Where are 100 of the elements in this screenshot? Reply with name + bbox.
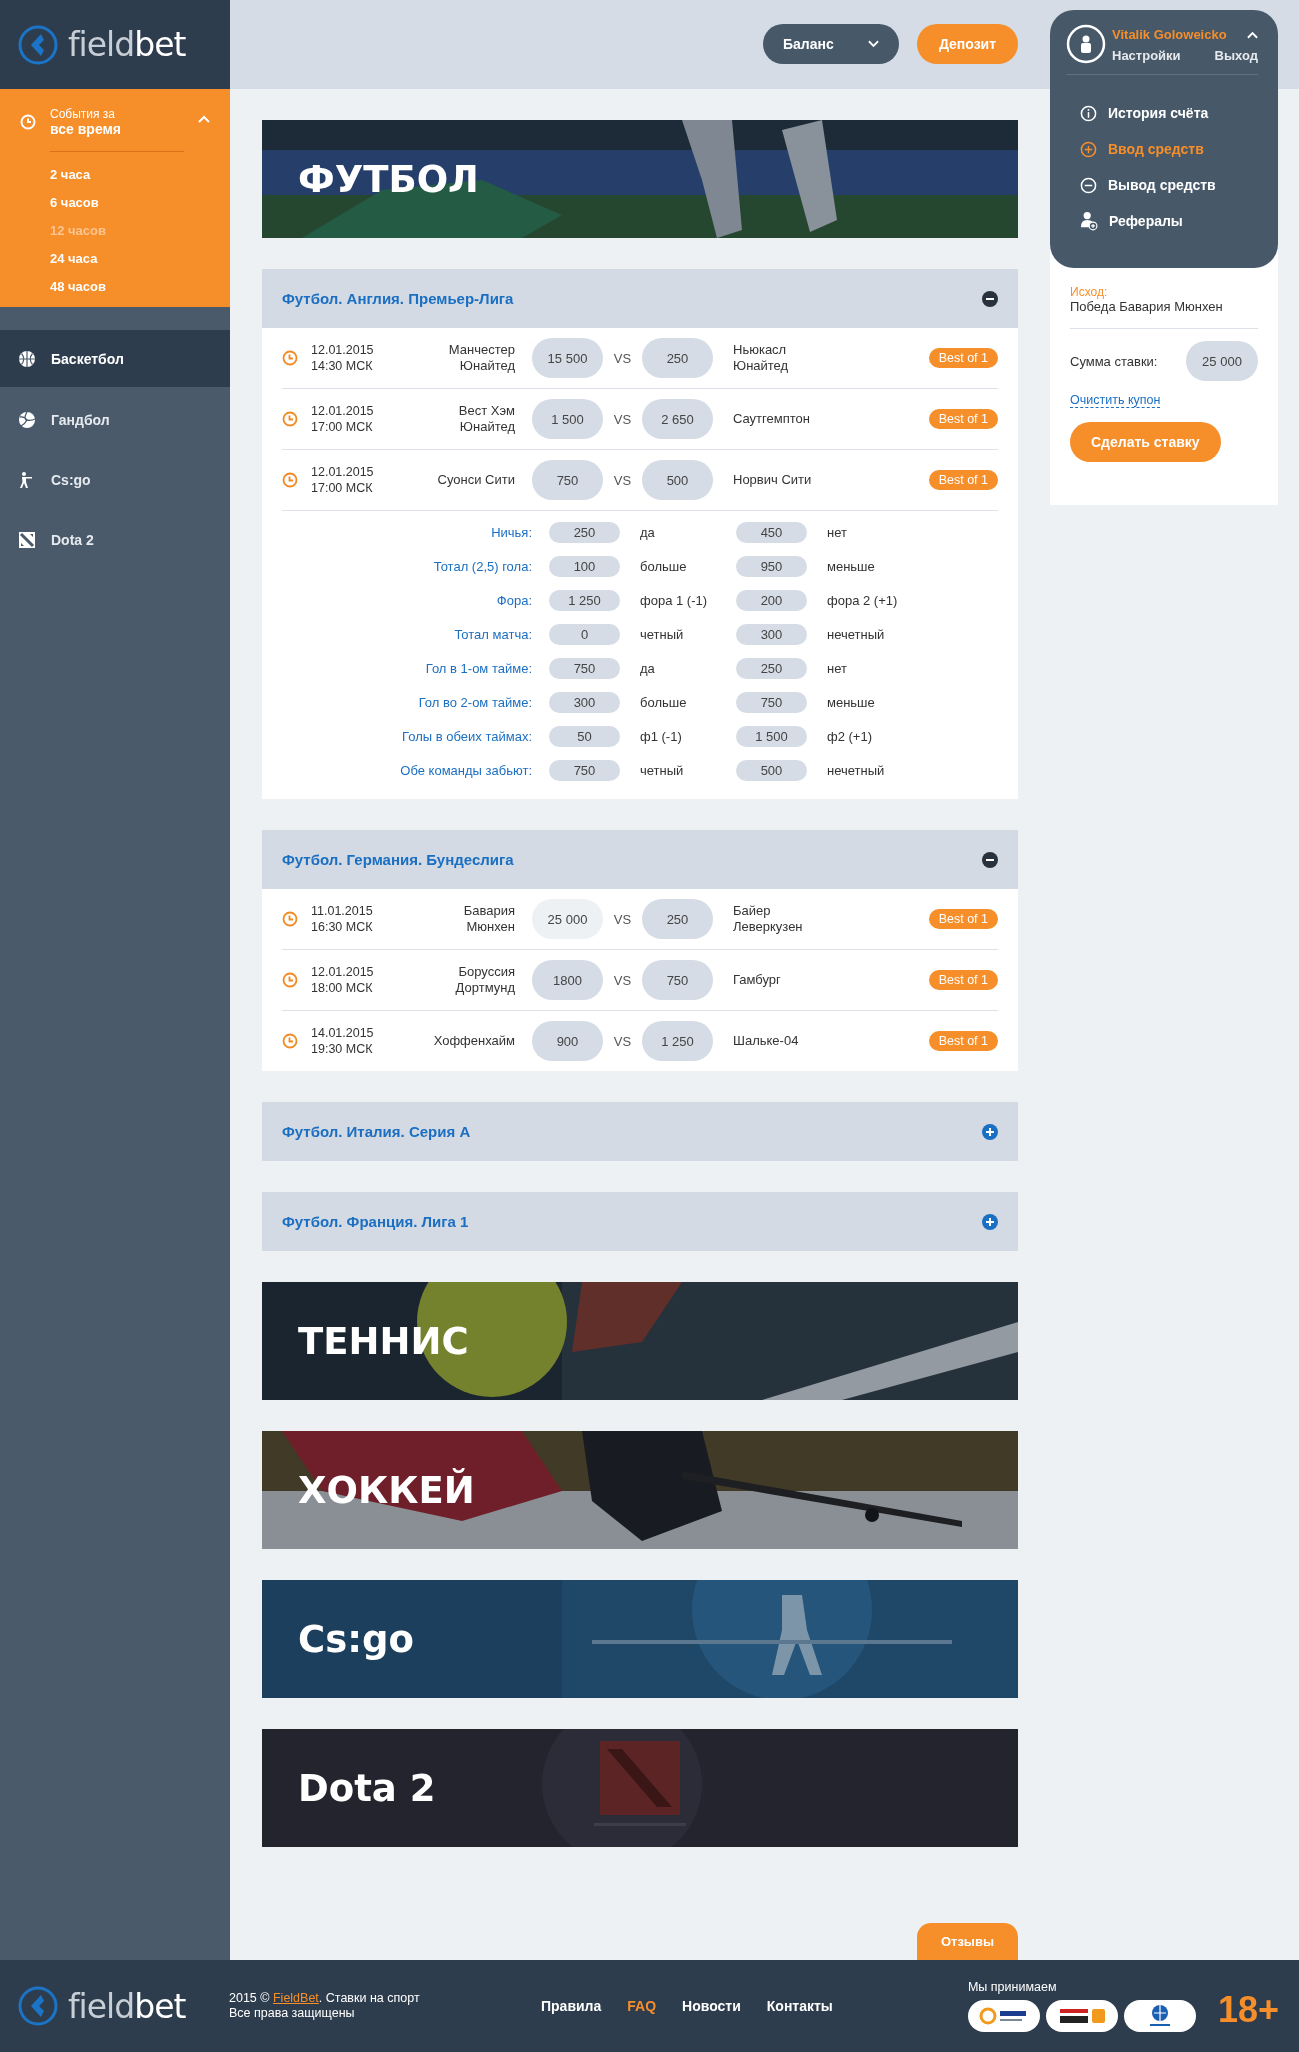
sport-item[interactable]: Cs:go	[0, 450, 230, 510]
odds-button[interactable]: 300	[549, 691, 620, 713]
odds-button[interactable]: 1 250	[549, 589, 620, 611]
odds-button[interactable]: 1 500	[532, 399, 603, 439]
league-header[interactable]: Футбол. Франция. Лига 1	[262, 1192, 1018, 1251]
add-user-icon	[1080, 211, 1098, 231]
odds-button[interactable]: 250	[642, 899, 713, 939]
format-badge: Best of 1	[928, 909, 998, 929]
match-time: 14:30 МСК	[311, 358, 374, 374]
logo-text: fieldbet	[68, 28, 186, 61]
odds-button[interactable]: 15 500	[532, 338, 603, 378]
payment-method-icon	[1123, 2000, 1196, 2032]
odds-button[interactable]: 750	[736, 691, 807, 713]
league-header[interactable]: Футбол. Италия. Серия А	[262, 1102, 1018, 1161]
league-title[interactable]: Футбол. Италия. Серия А	[282, 1123, 471, 1140]
banner-title[interactable]: ТЕННИС	[298, 1319, 469, 1363]
collapse-icon[interactable]	[982, 851, 998, 868]
odds-button[interactable]: 1 250	[642, 1021, 713, 1061]
odds-button[interactable]: 25 000	[532, 899, 603, 939]
site-link[interactable]: FieldBet	[272, 1991, 319, 2005]
logout-link[interactable]: Выход	[1214, 48, 1258, 63]
expand-icon[interactable]	[982, 1213, 998, 1230]
league-header[interactable]: Футбол. Англия. Премьер-Лига	[262, 269, 1018, 328]
odds-button[interactable]: 750	[549, 657, 620, 679]
odds-button[interactable]: 250	[736, 657, 807, 679]
menu-item[interactable]: Вывод средств	[1080, 167, 1258, 203]
age-limit: 18+	[1217, 1989, 1279, 2031]
outcome-label: четный	[639, 626, 685, 642]
footer-link[interactable]: FAQ	[627, 1998, 657, 2014]
format-badge: Best of 1	[928, 409, 998, 429]
bet-type-label: Тотал (2,5) гола:	[432, 558, 533, 574]
vs-label: VS	[612, 411, 633, 427]
footer-link[interactable]: Контакты	[766, 1998, 833, 2014]
chevron-icon[interactable]	[1247, 30, 1258, 39]
odds-button[interactable]: 1800	[532, 960, 603, 1000]
league-header[interactable]: Футбол. Германия. Бундеслига	[262, 830, 1018, 889]
avatar-icon[interactable]	[1066, 24, 1106, 64]
copyright-text: 2015 © FieldBet. Ставки на спорт	[229, 1991, 421, 2006]
odds-button[interactable]: 50	[549, 725, 620, 747]
odds-button[interactable]: 250	[549, 521, 620, 543]
stake-field[interactable]: 25 000	[1186, 341, 1258, 381]
outcome-label: Исход:	[1070, 285, 1109, 299]
payment-method-icon	[1045, 2000, 1118, 2032]
odds-button[interactable]: 200	[736, 589, 807, 611]
footer-link[interactable]: Новости	[682, 1998, 741, 2014]
sport-item[interactable]: Гандбол	[0, 390, 230, 450]
footer-link[interactable]: Правила	[541, 1998, 602, 2014]
odds-button[interactable]: 250	[642, 338, 713, 378]
odds-button[interactable]: 500	[642, 460, 713, 500]
match-time: 17:00 МСК	[311, 480, 374, 496]
menu-item[interactable]: Рефералы	[1080, 203, 1258, 239]
odds-button[interactable]: 950	[736, 555, 807, 577]
odds-button[interactable]: 300	[736, 623, 807, 645]
odds-button[interactable]: 750	[642, 960, 713, 1000]
odds-button[interactable]: 0	[549, 623, 620, 645]
clock-icon	[282, 472, 298, 488]
outcome-label: нечетный	[826, 762, 886, 778]
ball-icon	[18, 411, 36, 429]
odds-button[interactable]: 1 500	[736, 725, 807, 747]
basketball-icon	[18, 349, 36, 368]
sport-item[interactable]: Dota 2	[0, 510, 230, 570]
match-date: 12.01.2015	[311, 464, 375, 480]
odds-button[interactable]: 2 650	[642, 399, 713, 439]
format-badge: Best of 1	[928, 348, 998, 368]
expand-icon[interactable]	[982, 1123, 998, 1140]
team-name: Манчестер Юнайтед	[447, 342, 516, 374]
bet-type-label: Гол в 1-ом тайме:	[424, 660, 533, 676]
vs-label: VS	[612, 472, 633, 488]
settings-link[interactable]: Настройки	[1112, 48, 1181, 63]
odds-button[interactable]: 500	[736, 759, 807, 781]
odds-button[interactable]: 100	[549, 555, 620, 577]
odds-button[interactable]: 750	[532, 460, 603, 500]
league-title[interactable]: Футбол. Англия. Премьер-Лига	[282, 290, 514, 307]
bet-type-label: Гол во 2-ом тайме:	[417, 694, 533, 710]
odds-button[interactable]: 900	[532, 1021, 603, 1061]
sport-item[interactable]: Баскетбол	[0, 330, 230, 387]
team-name: Шальке-04	[732, 1033, 800, 1049]
collapse-icon[interactable]	[982, 290, 998, 307]
menu-item[interactable]: История счёта	[1080, 95, 1258, 131]
info-icon	[1080, 104, 1097, 122]
team-name: Хоффенхайм	[432, 1033, 516, 1049]
bet-type-label: Ничья:	[490, 524, 533, 540]
banner-title[interactable]: Dota 2	[298, 1766, 436, 1810]
team-name: Норвич Сити	[732, 472, 813, 488]
outcome-label: нет	[826, 660, 848, 676]
league-title[interactable]: Футбол. Германия. Бундеслига	[282, 851, 514, 868]
odds-button[interactable]: 450	[736, 521, 807, 543]
clear-coupon-link[interactable]: Очистить купон	[1070, 393, 1161, 408]
plus-circle-icon	[1080, 140, 1097, 158]
outcome-label: да	[639, 524, 656, 540]
payment-method-icon	[967, 2000, 1040, 2032]
minus-circle-icon	[1080, 176, 1097, 194]
banner-title[interactable]: Cs:go	[298, 1617, 414, 1661]
team-name: Бавария Мюнхен	[462, 903, 516, 935]
odds-button[interactable]: 750	[549, 759, 620, 781]
banner-title[interactable]: ФУТБОЛ	[298, 157, 479, 201]
team-name: Боруссия Дортмунд	[454, 964, 516, 996]
league-title[interactable]: Футбол. Франция. Лига 1	[282, 1213, 469, 1230]
balance-button[interactable]: Баланс	[763, 23, 899, 64]
clock-icon	[282, 411, 298, 427]
